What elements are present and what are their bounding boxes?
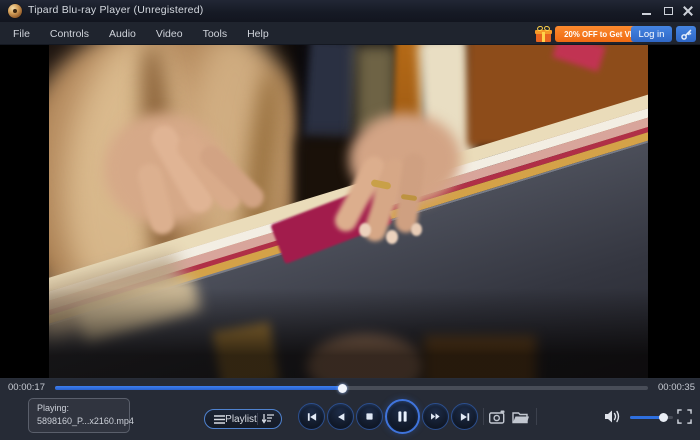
video-shape-bottom-vignette	[49, 288, 648, 378]
maximize-button[interactable]	[660, 2, 677, 19]
fullscreen-button[interactable]	[677, 409, 692, 429]
next-icon	[459, 411, 471, 423]
player-window: Tipard Blu-ray Player (Unregistered) Fil…	[0, 0, 700, 440]
minimize-button[interactable]	[638, 2, 655, 19]
minimize-icon	[642, 13, 651, 15]
close-button[interactable]	[679, 2, 696, 19]
maximize-icon	[664, 7, 673, 15]
key-icon	[680, 28, 693, 41]
menu-controls[interactable]: Controls	[47, 26, 92, 42]
playlist-order-icon	[262, 414, 274, 424]
playlist-button[interactable]: Playlist	[204, 409, 282, 429]
snapshot-camera-icon	[489, 410, 506, 424]
menu-audio[interactable]: Audio	[106, 26, 139, 42]
previous-icon	[306, 411, 318, 423]
next-button[interactable]	[451, 403, 478, 430]
app-logo-icon	[8, 4, 22, 18]
now-playing-filename: 5898160_P...x2160.mp4	[37, 415, 121, 428]
volume-slider[interactable]	[630, 416, 673, 419]
total-duration: 00:00:35	[658, 382, 695, 393]
elapsed-time: 00:00:17	[8, 382, 45, 393]
pause-button[interactable]	[385, 399, 420, 434]
toolkit-button[interactable]	[676, 26, 696, 42]
menu-file[interactable]: File	[10, 26, 33, 42]
rewind-button[interactable]	[327, 403, 354, 430]
progress-bar[interactable]	[55, 386, 648, 390]
playlist-divider	[257, 413, 258, 425]
menu-items: File Controls Audio Video Tools Help	[10, 22, 272, 45]
titlebar[interactable]: Tipard Blu-ray Player (Unregistered)	[0, 0, 700, 22]
speaker-icon	[604, 409, 622, 424]
fullscreen-icon	[677, 409, 692, 424]
progress-knob[interactable]	[338, 384, 347, 393]
video-canvas[interactable]	[49, 45, 648, 378]
stop-button[interactable]	[356, 403, 383, 430]
gift-icon[interactable]	[535, 26, 552, 42]
login-button[interactable]: Log in	[631, 26, 672, 42]
close-icon	[683, 6, 693, 16]
progress-fill	[55, 386, 342, 390]
video-stage	[0, 45, 700, 378]
mute-button[interactable]	[604, 409, 622, 429]
video-shape-nail2	[386, 230, 398, 244]
divider	[483, 408, 484, 425]
hamburger-icon	[214, 415, 225, 424]
divider	[536, 408, 537, 425]
open-file-button[interactable]	[512, 410, 530, 429]
now-playing-label: Playing:	[37, 402, 121, 415]
video-shape-nail3	[411, 223, 422, 236]
menubar: File Controls Audio Video Tools Help 20%…	[0, 22, 700, 45]
video-shape-shelf-book	[304, 45, 359, 142]
fast-forward-icon	[429, 411, 442, 422]
fast-forward-button[interactable]	[422, 403, 449, 430]
video-shape-nail1	[359, 223, 371, 237]
menu-video[interactable]: Video	[153, 26, 186, 42]
now-playing-tooltip: Playing: 5898160_P...x2160.mp4	[28, 398, 130, 433]
control-panel: 00:00:17 00:00:35 Playing: 5898160_P...x…	[0, 378, 700, 440]
window-title: Tipard Blu-ray Player (Unregistered)	[28, 4, 203, 16]
rewind-icon	[335, 411, 347, 423]
stop-icon	[364, 411, 375, 422]
playlist-label: Playlist	[225, 414, 257, 425]
menu-tools[interactable]: Tools	[200, 26, 231, 42]
previous-button[interactable]	[298, 403, 325, 430]
pause-icon	[395, 409, 410, 424]
open-folder-icon	[512, 410, 530, 424]
menu-help[interactable]: Help	[244, 26, 272, 42]
snapshot-button[interactable]	[489, 410, 506, 429]
volume-knob[interactable]	[659, 413, 668, 422]
